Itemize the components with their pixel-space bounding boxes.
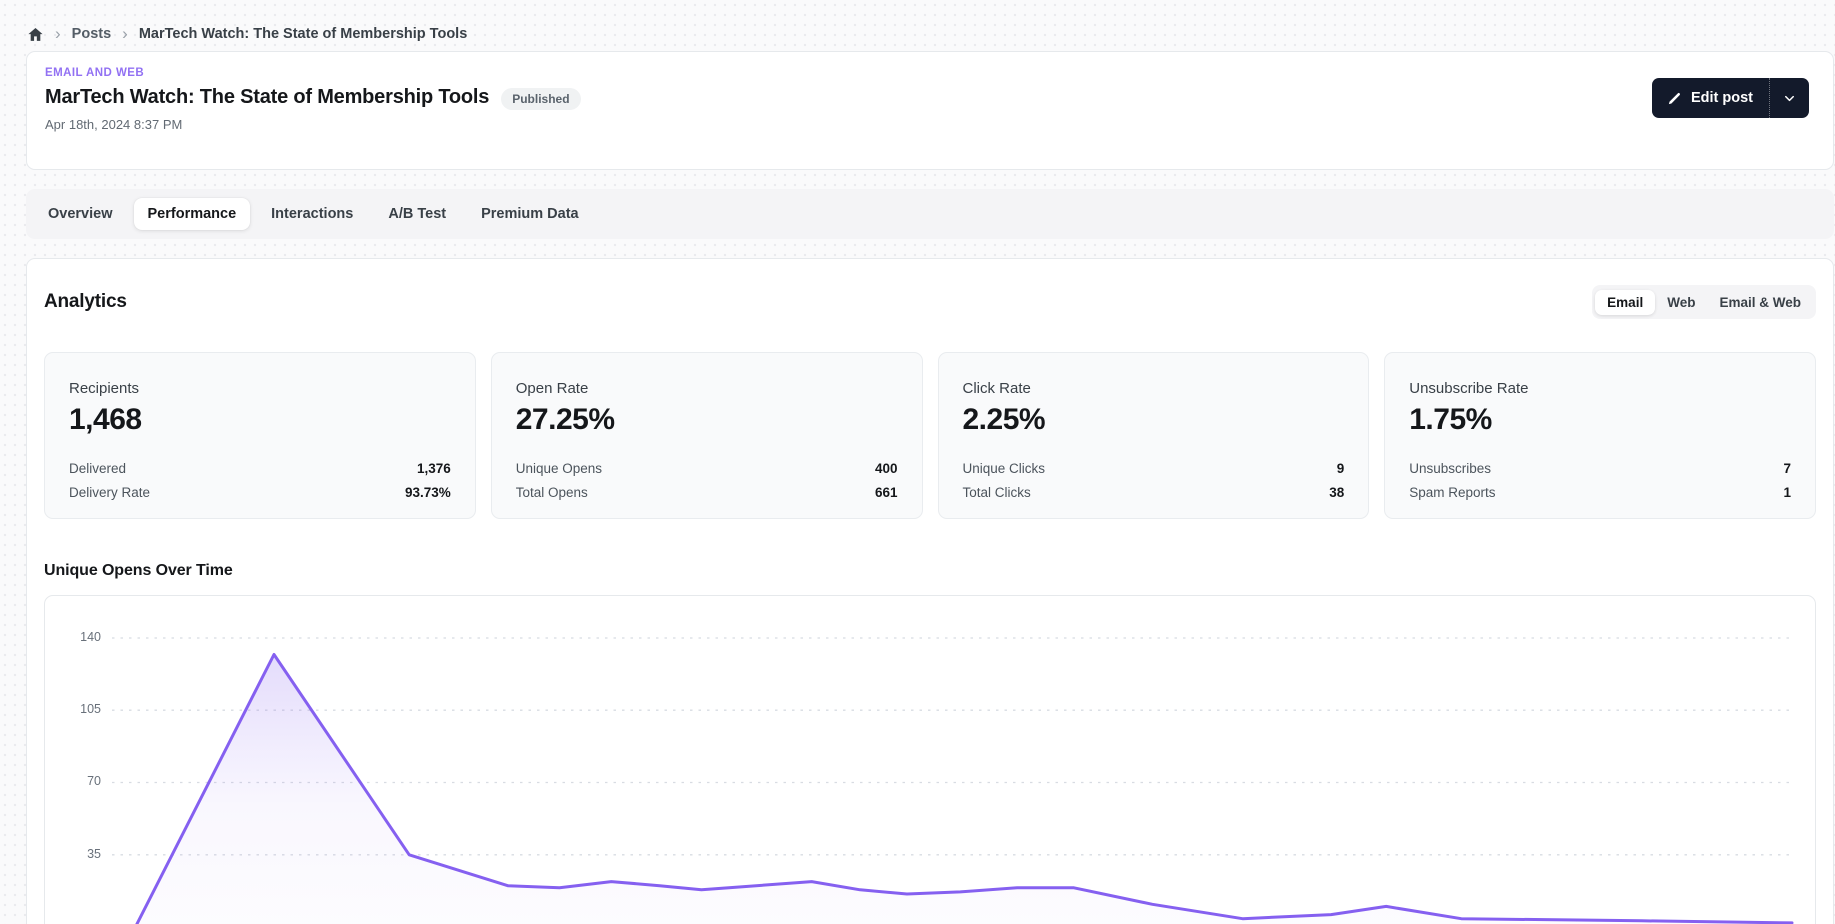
tab-interactions[interactable]: Interactions (257, 198, 367, 230)
analytics-section: Analytics Email Web Email & Web Recipien… (26, 258, 1834, 924)
post-analytics-tabbar: Overview Performance Interactions A/B Te… (26, 189, 1834, 239)
edit-post-button[interactable]: Edit post (1652, 78, 1769, 118)
source-toggle: Email Web Email & Web (1592, 285, 1816, 319)
stat-card-click-rate: Click Rate 2.25% Unique Clicks 9 Total C… (937, 352, 1370, 519)
y-axis-tick-label: 140 (80, 630, 101, 644)
tab-overview[interactable]: Overview (34, 198, 127, 230)
chevron-right-icon: › (55, 24, 61, 43)
breadcrumb: › Posts › MarTech Watch: The State of Me… (0, 0, 1835, 51)
stat-card-unsubscribe-rate: Unsubscribe Rate 1.75% Unsubscribes 7 Sp… (1384, 352, 1816, 519)
stat-row-value: 7 (1783, 461, 1791, 476)
stat-breakdown-row: Unique Clicks 9 (963, 461, 1345, 476)
status-badge: Published (501, 87, 581, 110)
stat-row-label: Delivered (69, 461, 127, 476)
edit-post-button-group: Edit post (1651, 78, 1809, 118)
stat-value: 1,468 (69, 403, 142, 436)
analytics-title: Analytics (44, 291, 127, 312)
stat-row-label: Spam Reports (1409, 485, 1496, 500)
home-icon[interactable] (27, 26, 44, 43)
stat-breakdown-row: Total Opens 661 (516, 485, 898, 500)
stat-card-grid: Recipients 1,468 Delivered 1,376 Deliver… (44, 352, 1816, 519)
stat-value: 27.25% (515, 403, 615, 436)
stat-label: Click Rate (962, 380, 1031, 397)
stat-row-label: Unsubscribes (1409, 461, 1492, 476)
stat-row-value: 1,376 (416, 461, 451, 476)
stat-breakdown-row: Delivered 1,376 (69, 461, 451, 476)
stat-label: Open Rate (515, 380, 589, 397)
stat-value: 1.75% (1409, 403, 1492, 436)
stat-row-value: 1 (1783, 485, 1791, 500)
y-axis-tick-label: 70 (87, 774, 101, 788)
toggle-email[interactable]: Email (1595, 289, 1656, 315)
opens-chart (112, 637, 1794, 924)
stat-row-value: 9 (1336, 461, 1345, 476)
stat-row-value: 38 (1329, 485, 1345, 500)
stat-card-recipients: Recipients 1,468 Delivered 1,376 Deliver… (44, 352, 476, 519)
stat-label: Recipients (69, 380, 140, 397)
breadcrumb-current-page: MarTech Watch: The State of Membership T… (138, 26, 468, 42)
stat-value: 2.25% (962, 403, 1046, 436)
post-type-label: EMAIL AND WEB (45, 67, 145, 79)
chevron-right-icon: › (122, 24, 128, 43)
post-header-info: EMAIL AND WEB MarTech Watch: The State o… (45, 65, 581, 156)
stat-row-label: Total Opens (515, 485, 588, 500)
stat-row-value: 93.73% (404, 485, 451, 500)
stat-card-open-rate: Open Rate 27.25% Unique Opens 400 Total … (490, 352, 923, 519)
y-axis-tick-label: 105 (80, 702, 101, 716)
y-axis-tick-label: 35 (87, 847, 101, 861)
post-header-card: EMAIL AND WEB MarTech Watch: The State o… (26, 51, 1834, 170)
chart-title: Unique Opens Over Time (44, 562, 233, 579)
stat-row-value: 400 (874, 461, 898, 476)
stat-breakdown-row: Unsubscribes 7 (1409, 461, 1791, 476)
toggle-email-and-web[interactable]: Email & Web (1707, 290, 1813, 315)
tab-ab-test[interactable]: A/B Test (374, 198, 460, 230)
stat-row-label: Total Clicks (962, 485, 1031, 500)
edit-post-dropdown-button[interactable] (1769, 78, 1809, 118)
page-title: MarTech Watch: The State of Membership T… (45, 86, 490, 108)
published-datetime: Apr 18th, 2024 8:37 PM (45, 117, 183, 132)
stat-row-label: Delivery Rate (69, 485, 151, 500)
chevron-down-icon (1782, 91, 1797, 106)
toggle-web[interactable]: Web (1655, 290, 1707, 315)
breadcrumb-posts-link[interactable]: Posts (72, 26, 112, 42)
tab-performance[interactable]: Performance (133, 198, 251, 230)
edit-post-button-label: Edit post (1690, 90, 1753, 106)
stat-breakdown-row: Unique Opens 400 (516, 461, 898, 476)
stat-row-label: Unique Clicks (962, 461, 1046, 476)
pencil-icon (1667, 91, 1682, 106)
stat-label: Unsubscribe Rate (1409, 380, 1529, 397)
stat-row-value: 661 (874, 485, 898, 500)
opens-chart-card: 35 70 105 140 (44, 595, 1816, 924)
stat-row-label: Unique Opens (515, 461, 603, 476)
tab-premium-data[interactable]: Premium Data (467, 198, 593, 230)
stat-breakdown-row: Delivery Rate 93.73% (69, 485, 451, 500)
stat-breakdown-row: Spam Reports 1 (1409, 485, 1791, 500)
stat-breakdown-row: Total Clicks 38 (963, 485, 1345, 500)
